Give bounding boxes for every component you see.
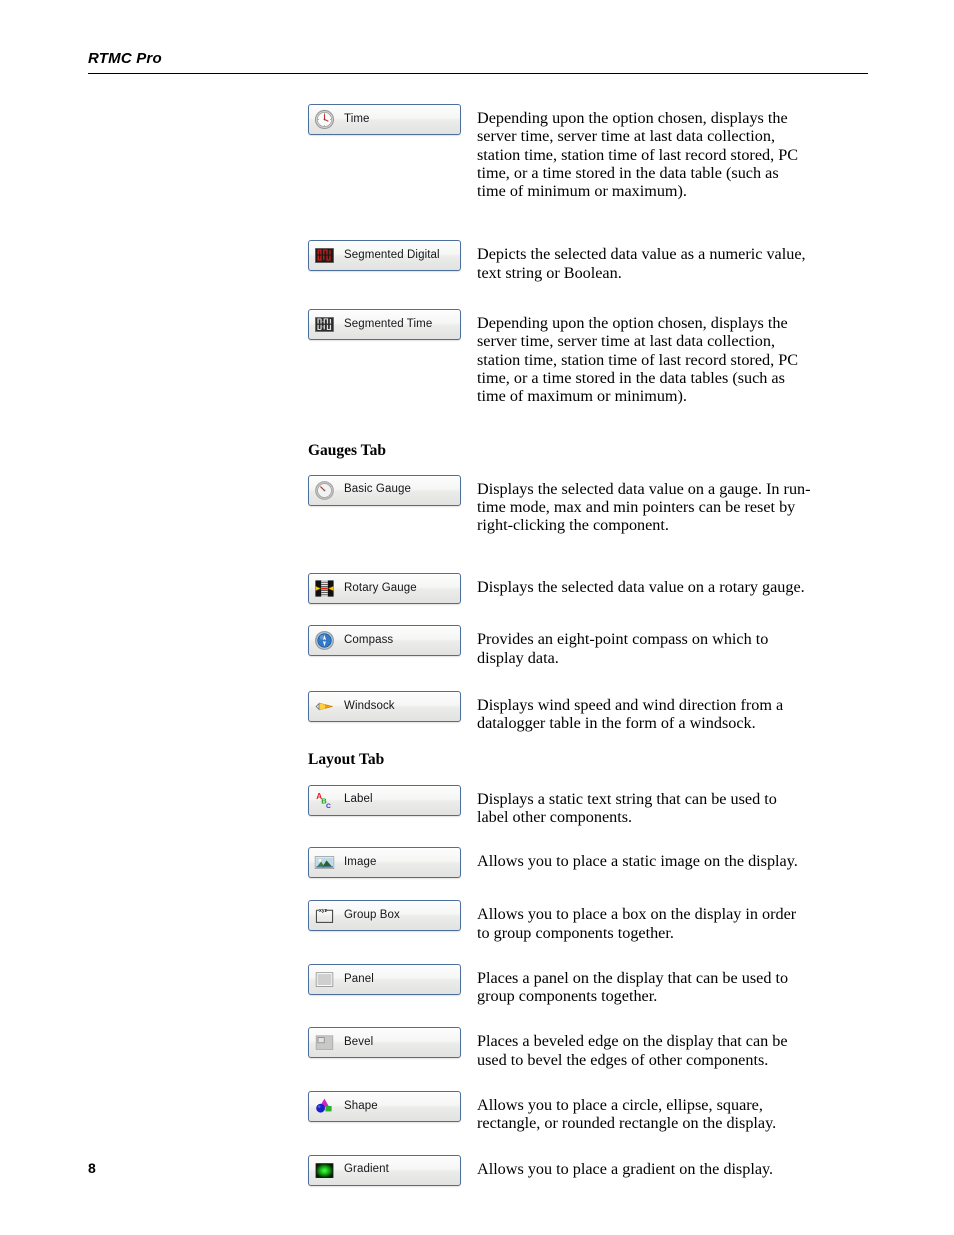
component-entry-compass: Compass Provides an eight-point compass …: [308, 625, 868, 667]
component-button-label: Rotary Gauge: [344, 582, 417, 595]
component-description: Displays wind speed and wind direction f…: [477, 696, 784, 733]
component-entry-time: Time Depending upon the option chosen, d…: [308, 104, 868, 200]
component-description: Depending upon the option chosen, displa…: [477, 109, 798, 201]
clock-icon: [314, 109, 335, 130]
header-title: RTMC Pro: [88, 50, 162, 67]
component-button-windsock[interactable]: Windsock: [308, 691, 461, 723]
gradient-icon: [314, 1160, 335, 1181]
component-entry-group-box: xyz Group Box Allows you to place a box …: [308, 900, 868, 942]
windsock-icon: [314, 696, 335, 717]
component-button-panel[interactable]: Panel: [308, 963, 461, 995]
component-description: Displays the selected data value on a ga…: [477, 479, 811, 535]
component-button-bevel[interactable]: Bevel: [308, 1027, 461, 1059]
heading-layout-tab-block: Layout Tab: [308, 751, 868, 769]
component-button-label: Compass: [344, 634, 394, 647]
component-button-label: Image: [344, 855, 377, 868]
component-button-label: Windsock: [344, 699, 395, 712]
heading-layout-tab: Layout Tab: [308, 750, 385, 768]
component-button-label: Segmented Time: [344, 317, 433, 330]
component-entry-shape: Shape Allows you to place a circle, elli…: [308, 1091, 868, 1133]
page-header: RTMC Pro: [88, 50, 868, 74]
component-description: Provides an eight-point compass on which…: [477, 630, 769, 667]
component-entry-image: Image Allows you to place a static image…: [308, 847, 868, 879]
component-button-image[interactable]: Image: [308, 847, 461, 879]
segmented-time-icon: [314, 314, 335, 335]
page-number: 8: [88, 1160, 96, 1176]
component-button-label: Panel: [344, 972, 374, 985]
component-button-label: Gradient: [344, 1163, 389, 1176]
header-divider: [88, 73, 868, 74]
component-button-time[interactable]: Time: [308, 104, 461, 135]
component-button-label: Shape: [344, 1099, 378, 1112]
component-description: Depicts the selected data value as a num…: [477, 245, 806, 282]
panel-icon: [314, 969, 335, 990]
rotary-gauge-icon: [314, 578, 335, 599]
component-button-compass[interactable]: Compass: [308, 625, 461, 657]
component-reference-list: Time Depending upon the option chosen, d…: [308, 104, 868, 1186]
component-button-label[interactable]: A B C Label: [308, 784, 461, 816]
component-button-basic-gauge[interactable]: Basic Gauge: [308, 474, 461, 506]
component-description: Allows you to place a static image on th…: [477, 852, 798, 871]
component-button-label: Time: [344, 112, 370, 125]
component-description: Depending upon the option chosen, displa…: [477, 314, 798, 406]
component-button-label: Basic Gauge: [344, 483, 411, 496]
component-entry-windsock: Windsock Displays wind speed and wind di…: [308, 691, 868, 733]
image-icon: [314, 852, 335, 873]
compass-icon: [314, 630, 335, 651]
component-button-label: Segmented Digital: [344, 249, 440, 262]
component-description: Allows you to place a circle, ellipse, s…: [477, 1096, 777, 1133]
component-description: Displays the selected data value on a ro…: [477, 578, 805, 597]
bevel-icon: [314, 1032, 335, 1053]
component-entry-bevel: Bevel Places a beveled edge on the displ…: [308, 1027, 868, 1069]
component-button-shape[interactable]: Shape: [308, 1091, 461, 1123]
svg-text:C: C: [326, 803, 331, 810]
heading-gauges-tab: Gauges Tab: [308, 441, 386, 459]
component-button-group-box[interactable]: xyz Group Box: [308, 900, 461, 932]
component-entry-segmented-time: Segmented Time Depending upon the option…: [308, 309, 868, 405]
component-description: Displays a static text string that can b…: [477, 789, 777, 826]
basic-gauge-icon: [314, 480, 335, 501]
label-abc-icon: A B C: [314, 790, 335, 811]
svg-text:xyz: xyz: [319, 908, 328, 914]
component-button-segmented-time[interactable]: Segmented Time: [308, 309, 461, 341]
component-entry-label: A B C Label Displays a static text strin…: [308, 784, 868, 827]
component-entry-rotary-gauge: Rotary Gauge Displays the selected data …: [308, 573, 868, 605]
component-description: Places a panel on the display that can b…: [477, 968, 789, 1006]
component-entry-segmented-digital: Segmented Digital Depicts the selected d…: [308, 240, 868, 282]
component-entry-basic-gauge: Basic Gauge Displays the selected data v…: [308, 474, 868, 535]
component-description: Places a beveled edge on the display tha…: [477, 1032, 788, 1069]
component-entry-gradient: Gradient Allows you to place a gradient …: [308, 1154, 868, 1186]
group-box-icon: xyz: [314, 905, 335, 926]
component-button-segmented-digital[interactable]: Segmented Digital: [308, 240, 461, 272]
component-button-gradient[interactable]: Gradient: [308, 1154, 461, 1186]
component-button-rotary-gauge[interactable]: Rotary Gauge: [308, 573, 461, 605]
component-button-label: Bevel: [344, 1036, 374, 1049]
component-button-label: Label: [344, 793, 373, 806]
heading-gauges-tab-block: Gauges Tab: [308, 442, 868, 460]
component-entry-panel: Panel Places a panel on the display that…: [308, 963, 868, 1006]
component-description: Allows you to place a gradient on the di…: [477, 1159, 774, 1178]
shape-icon: [314, 1096, 335, 1117]
segmented-digital-icon: [314, 245, 335, 266]
component-description: Allows you to place a box on the display…: [477, 905, 797, 942]
component-button-label: Group Box: [344, 908, 400, 921]
